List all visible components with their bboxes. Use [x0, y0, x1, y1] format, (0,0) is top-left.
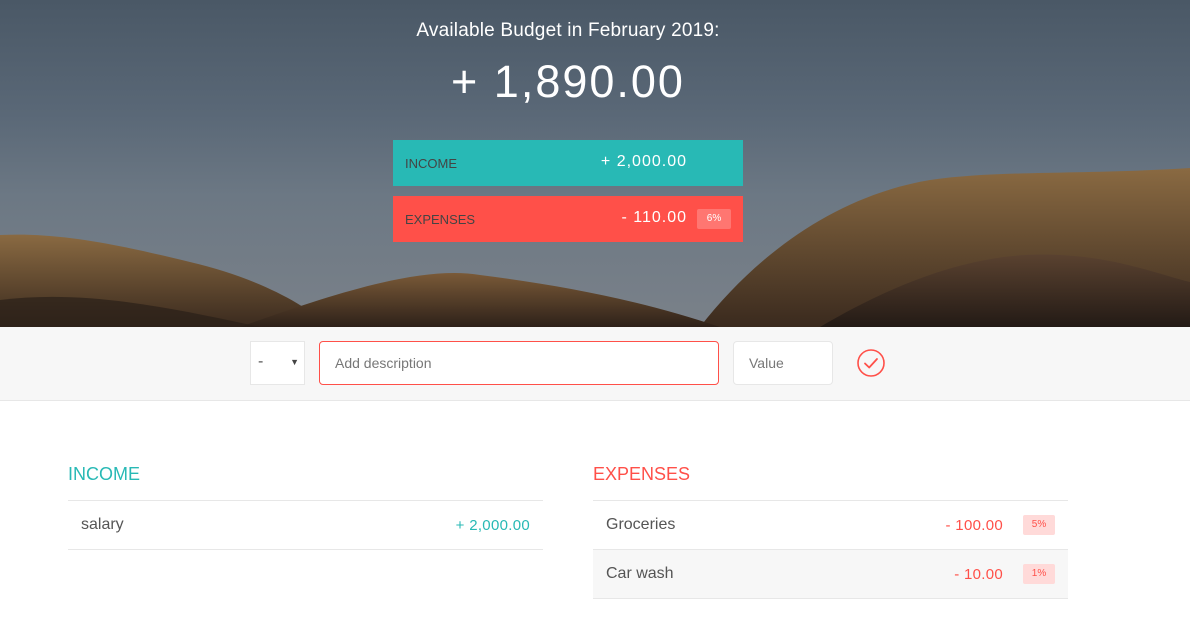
add-item-button[interactable] [856, 348, 886, 378]
expense-item[interactable]: Car wash - 10.00 1% [593, 550, 1068, 599]
budget-value: + 1,890.00 [451, 56, 685, 107]
item-percentage-badge: 1% [1023, 564, 1055, 584]
expenses-summary-percentage: 6% [697, 209, 731, 229]
check-circle-icon [857, 349, 885, 377]
description-input[interactable] [319, 341, 719, 385]
income-summary-value: + 2,000.00 [600, 153, 687, 170]
item-value: + 2,000.00 [455, 517, 530, 534]
income-item[interactable]: salary + 2,000.00 [68, 501, 543, 550]
item-percentage-badge: 5% [1023, 515, 1055, 535]
type-select-value: - [258, 353, 264, 370]
value-input[interactable] [733, 341, 833, 385]
expenses-items: Groceries - 100.00 5% Car wash - 10.00 1… [593, 500, 1068, 599]
budget-header: Available Budget in February 2019: + 1,8… [0, 0, 1190, 327]
item-description: Car wash [606, 565, 674, 582]
income-list: INCOME salary + 2,000.00 [68, 460, 543, 550]
expenses-summary-label: EXPENSES [405, 212, 476, 227]
income-list-title: INCOME [68, 464, 140, 484]
item-value: - 10.00 [954, 566, 1003, 583]
expense-item[interactable]: Groceries - 100.00 5% [593, 501, 1068, 550]
item-description: Groceries [606, 516, 676, 533]
item-description: salary [81, 516, 124, 533]
expenses-list-title: EXPENSES [593, 464, 691, 484]
type-select[interactable]: - ▼ [250, 341, 305, 385]
item-value: - 100.00 [945, 517, 1003, 534]
add-item-bar: - ▼ [0, 327, 1190, 401]
expenses-summary: EXPENSES - 110.00 6% [393, 196, 743, 242]
expenses-list: EXPENSES Groceries - 100.00 5% Car wash … [593, 460, 1068, 599]
budget-title: Available Budget in February 2019: [416, 20, 720, 41]
expenses-summary-value: - 110.00 [621, 209, 687, 226]
income-summary: INCOME + 2,000.00 [393, 140, 743, 186]
caret-down-icon: ▼ [290, 357, 299, 367]
income-summary-label: INCOME [405, 156, 457, 171]
income-items: salary + 2,000.00 [68, 500, 543, 550]
